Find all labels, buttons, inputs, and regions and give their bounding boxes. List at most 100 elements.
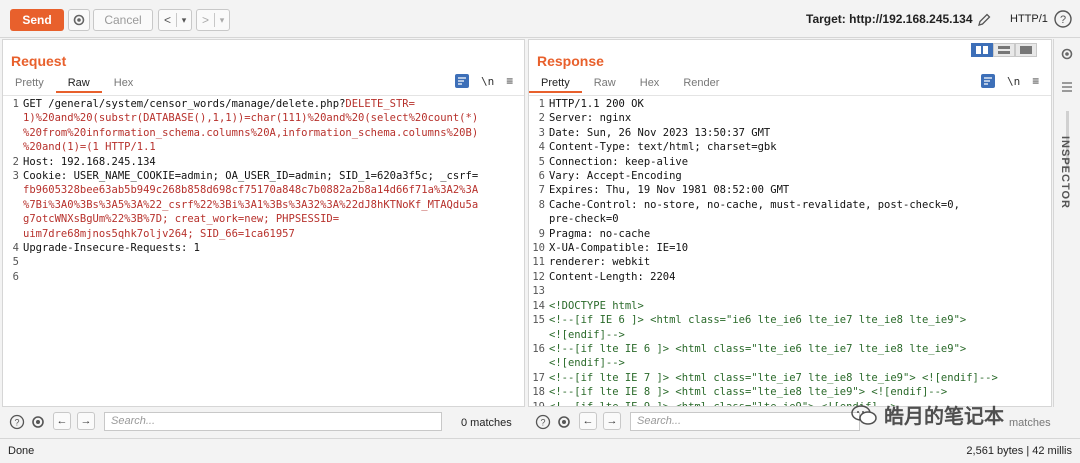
line-number: 13 (532, 285, 545, 298)
tab-pretty[interactable]: Pretty (3, 75, 56, 93)
line-number (3, 198, 23, 212)
response-menu-icon[interactable]: ≡ (1032, 74, 1039, 88)
line-number (3, 183, 23, 197)
response-line-text: HTTP/1.1 200 OK (549, 98, 644, 110)
search-input[interactable]: Search... (630, 412, 860, 431)
layout-toggle (971, 43, 1037, 57)
newline-toggle[interactable]: \n (1007, 75, 1020, 88)
edit-target-icon[interactable] (973, 9, 995, 31)
search-settings-icon[interactable] (29, 413, 47, 431)
line-number: 8 (538, 198, 545, 211)
response-line-text: <!--[if lte IE 8 ]> <html class="lte_ie8… (549, 386, 948, 399)
tab-pretty[interactable]: Pretty (529, 75, 582, 93)
cancel-button[interactable]: Cancel (93, 9, 153, 31)
http-version[interactable]: HTTP/1 (1010, 13, 1048, 25)
request-line-text: fb9605328bee63ab5b949c268b858d698cf75170… (23, 183, 524, 197)
svg-text:?: ? (1060, 14, 1066, 26)
request-editor[interactable]: 1 GET /general/system/censor_words/manage… (3, 95, 524, 406)
response-line: 5 Connection: keep-alive (529, 155, 1051, 169)
code-fragment: DELETE_STR= (345, 98, 415, 110)
inspector-label[interactable]: INSPECTOR (1059, 136, 1071, 209)
request-line: 5 (3, 255, 524, 269)
inspector-menu-icon[interactable] (1061, 81, 1073, 96)
word-wrap-icon[interactable] (981, 74, 995, 88)
search-settings-icon[interactable] (555, 413, 573, 431)
back-dropdown-icon[interactable]: ▾ (177, 15, 191, 26)
newline-toggle[interactable]: \n (481, 75, 494, 88)
request-line-text (23, 270, 524, 284)
inspector-settings-icon[interactable] (1060, 47, 1074, 64)
forward-button[interactable]: > (197, 13, 215, 27)
tab-raw[interactable]: Raw (582, 75, 628, 93)
tab-render[interactable]: Render (671, 75, 731, 93)
tab-hex[interactable]: Hex (628, 75, 672, 93)
request-line: 4 Upgrade-Insecure-Requests: 1 (3, 241, 524, 255)
settings-icon[interactable] (68, 9, 90, 31)
previous-match-icon[interactable]: ← (53, 412, 71, 430)
code-fragment: %20and(1)=(1 HTTP/1.1 (23, 141, 156, 154)
match-count: 0 matches (461, 417, 512, 429)
layout-stacked-icon[interactable] (993, 43, 1015, 57)
next-match-icon[interactable]: → (77, 412, 95, 430)
request-line-text: Upgrade-Insecure-Requests: 1 (23, 241, 524, 255)
svg-text:?: ? (14, 418, 19, 428)
word-wrap-icon[interactable] (455, 74, 469, 88)
back-nav[interactable]: < ▾ (158, 9, 192, 31)
line-number: 11 (532, 256, 545, 269)
response-line: <![endif]--> (529, 328, 1051, 342)
code-fragment: GET /general/system/censor_words/manage/… (23, 98, 346, 110)
request-line: %7Bi%3A0%3Bs%3A5%3A%22_csrf%22%3Bi%3A1%3… (3, 198, 524, 212)
response-line-text: Server: nginx (549, 112, 632, 125)
response-line-text: Content-Type: text/html; charset=gbk (549, 141, 777, 154)
line-number (529, 212, 549, 226)
line-number: 5 (12, 256, 19, 269)
line-number: 12 (532, 270, 545, 283)
request-line: uim7dre68mjnos5qhk7oljv264; SID_66=1ca61… (3, 227, 524, 241)
response-line: 7 Expires: Thu, 19 Nov 1981 08:52:00 GMT (529, 183, 1051, 197)
response-line-text: Cache-Control: no-store, no-cache, must-… (549, 198, 960, 211)
response-line: 8 Cache-Control: no-store, no-cache, must… (529, 198, 1051, 212)
line-number: 16 (532, 342, 545, 355)
response-line: pre-check=0 (529, 212, 1051, 226)
send-button[interactable]: Send (10, 9, 64, 31)
back-button[interactable]: < (159, 13, 177, 27)
tab-raw[interactable]: Raw (55, 75, 102, 93)
response-line: 12 Content-Length: 2204 (529, 270, 1051, 284)
request-menu-icon[interactable]: ≡ (506, 74, 513, 88)
help-icon[interactable]: ? (1053, 9, 1073, 29)
previous-match-icon[interactable]: ← (579, 412, 597, 430)
request-line-text: g7otcWNXsBgUm%22%3B%7D; creat_work=new; … (23, 212, 524, 226)
line-number: 17 (532, 371, 545, 384)
request-line-text: %20from%20information_schema.columns%20A… (23, 126, 524, 140)
response-line: 15 <!--[if IE 6 ]> <html class="ie6 lte_i… (529, 313, 1051, 327)
search-input[interactable]: Search... (104, 412, 442, 431)
layout-single-icon[interactable] (1015, 43, 1037, 57)
request-line: 1)%20and%20(substr(DATABASE(),1,1))=char… (3, 111, 524, 125)
forward-nav[interactable]: > ▾ (196, 9, 230, 31)
response-line-text: pre-check=0 (549, 213, 619, 226)
code-fragment: 1)%20and%20(substr(DATABASE(),1,1))=char… (23, 112, 479, 125)
help-icon[interactable]: ? (534, 413, 552, 431)
tab-hex[interactable]: Hex (102, 75, 146, 93)
request-line: %20from%20information_schema.columns%20A… (3, 126, 524, 140)
help-icon[interactable]: ? (8, 413, 26, 431)
next-match-icon[interactable]: → (603, 412, 621, 430)
layout-side-by-side-icon[interactable] (971, 43, 993, 57)
response-line-text: renderer: webkit (549, 256, 651, 269)
line-number (3, 227, 23, 241)
response-editor[interactable]: 1 HTTP/1.1 200 OK 2 Server: nginx 3 Date: Sun… (529, 95, 1051, 406)
line-number: 7 (538, 184, 545, 197)
response-line-text: <!--[if lte IE 7 ]> <html class="lte_ie7… (549, 371, 998, 384)
request-search-bar: ? ← → Search... 0 matches (0, 408, 525, 436)
watermark-text: 皓月的笔记本 (884, 406, 1004, 428)
line-number (529, 356, 549, 370)
wechat-icon (851, 404, 877, 425)
line-number (3, 111, 23, 125)
line-number: 14 (532, 299, 545, 312)
forward-dropdown-icon[interactable]: ▾ (215, 15, 229, 26)
request-line-text: %7Bi%3A0%3Bs%3A5%3A%22_csrf%22%3Bi%3A1%3… (23, 198, 524, 212)
response-line: 9 Pragma: no-cache (529, 227, 1051, 241)
request-line-text: uim7dre68mjnos5qhk7oljv264; SID_66=1ca61… (23, 227, 524, 241)
response-line: 3 Date: Sun, 26 Nov 2023 13:50:37 GMT (529, 126, 1051, 140)
request-line: 3 Cookie: USER_NAME_COOKIE=admin; OA_USER… (3, 169, 524, 183)
